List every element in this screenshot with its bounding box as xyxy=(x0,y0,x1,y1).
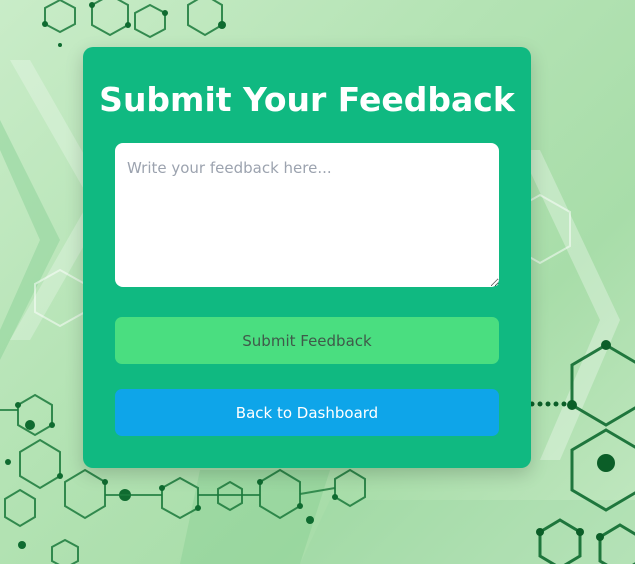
page-title: Submit Your Feedback xyxy=(99,80,515,119)
back-to-dashboard-button[interactable]: Back to Dashboard xyxy=(115,389,499,436)
feedback-card: Submit Your Feedback Submit Feedback Bac… xyxy=(83,47,531,468)
feedback-textarea[interactable] xyxy=(115,143,499,287)
submit-feedback-button[interactable]: Submit Feedback xyxy=(115,317,499,364)
